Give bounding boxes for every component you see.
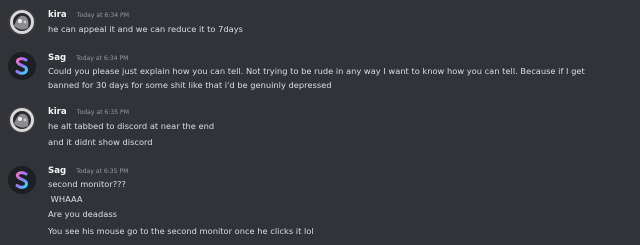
timestamp[interactable]: Today at 6:34 PM (76, 52, 128, 65)
message-text: second monitor??? (48, 179, 126, 189)
message-header: Sag Today at 6:35 PM (48, 165, 128, 178)
message-text: You see his mouse go to the second monit… (48, 226, 314, 236)
timestamp[interactable]: Today at 6:35 PM (77, 106, 129, 119)
sag-avatar-icon[interactable] (8, 52, 36, 80)
message-text: Could you please just explain how you ca… (48, 66, 585, 76)
message-text: banned for 30 days for some shit like th… (48, 80, 332, 90)
message-text: WHAAA (48, 194, 83, 204)
sag-avatar-icon[interactable] (8, 166, 36, 194)
username[interactable]: kira (48, 106, 67, 119)
message-header: kira Today at 6:35 PM (48, 106, 129, 119)
message-text: Are you deadass (48, 209, 117, 219)
kira-avatar-icon[interactable] (8, 8, 36, 36)
username[interactable]: Sag (48, 165, 66, 178)
chat-message-list: kira Today at 6:34 PM he can appeal it a… (0, 0, 640, 245)
message-header: kira Today at 6:34 PM (48, 9, 129, 22)
message-text: and it didnt show discord (48, 137, 153, 147)
username[interactable]: kira (48, 9, 67, 22)
username[interactable]: Sag (48, 52, 66, 65)
message-text: he can appeal it and we can reduce it to… (48, 24, 243, 34)
timestamp[interactable]: Today at 6:34 PM (77, 9, 129, 22)
message-header: Sag Today at 6:34 PM (48, 52, 128, 65)
message-text: he alt tabbed to discord at near the end (48, 121, 215, 131)
timestamp[interactable]: Today at 6:35 PM (76, 165, 128, 178)
kira-avatar-icon[interactable] (8, 106, 36, 134)
